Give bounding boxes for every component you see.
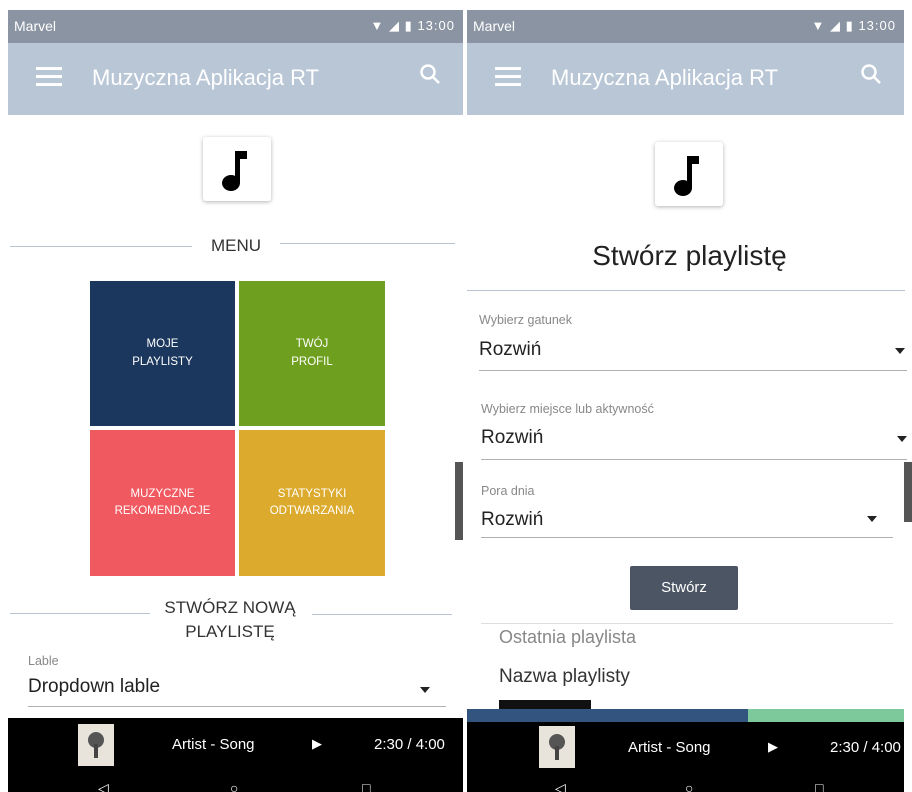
recent-playlist-name[interactable]: Nazwa playlisty xyxy=(499,666,630,688)
place-activity-label: Wybierz miejsce lub aktywność xyxy=(481,402,654,416)
place-activity-select[interactable]: Rozwiń xyxy=(481,427,543,449)
chevron-down-icon[interactable] xyxy=(895,348,905,354)
tile-label: PLAYLISTY xyxy=(132,355,193,368)
battery-icon: ▮ xyxy=(404,18,413,33)
dropdown-underline xyxy=(28,706,446,707)
recents-icon[interactable]: □ xyxy=(362,780,370,792)
tile-label: ODTWARZANIA xyxy=(269,505,355,517)
music-note-icon xyxy=(674,156,699,196)
app-toolbar: Muzyczna Aplikacja RT xyxy=(8,43,463,115)
wifi-icon: ▼ xyxy=(811,18,826,33)
status-bar: Marvel ▼ ◢ ▮ 13:00 xyxy=(467,10,904,43)
back-icon[interactable]: ◁ xyxy=(555,780,566,792)
chevron-down-icon[interactable] xyxy=(897,436,907,442)
track-title: Artist - Song xyxy=(628,739,711,756)
create-playlist-heading: STWÓRZ NOWĄ PLAYLISTĘ xyxy=(150,596,310,644)
home-icon[interactable]: ○ xyxy=(230,780,238,792)
menu-divider-left xyxy=(10,246,192,247)
track-title: Artist - Song xyxy=(172,736,255,753)
your-profile-tile[interactable]: TWÓJ PROFIL xyxy=(239,281,385,426)
recents-icon[interactable]: □ xyxy=(815,780,823,792)
scrollbar[interactable] xyxy=(904,462,912,522)
app-title: Muzyczna Aplikacja RT xyxy=(92,65,320,90)
album-art xyxy=(539,726,575,768)
signal-icon: ◢ xyxy=(389,18,401,33)
create-divider-left xyxy=(10,613,150,614)
dropdown-arrow-icon[interactable] xyxy=(420,687,430,693)
status-icons: ▼ ◢ ▮ 13:00 xyxy=(371,18,455,34)
clock: 13:00 xyxy=(858,18,896,33)
genre-select[interactable]: Rozwiń xyxy=(479,339,541,361)
dropdown-label: Lable xyxy=(28,654,59,668)
home-icon[interactable]: ○ xyxy=(685,780,693,792)
track-time: 2:30 / 4:00 xyxy=(374,736,445,753)
tile-label: PROFIL xyxy=(291,355,333,368)
search-icon[interactable] xyxy=(860,63,882,85)
time-of-day-label: Pora dnia xyxy=(481,484,535,498)
chevron-down-icon[interactable] xyxy=(867,516,877,522)
scrollbar[interactable] xyxy=(455,462,463,540)
carrier-label: Marvel xyxy=(14,18,57,34)
tile-label: MOJE xyxy=(146,338,179,351)
page-title: Stwórz playlistę xyxy=(592,240,787,271)
progress-remaining xyxy=(748,709,904,723)
genre-label: Wybierz gatunek xyxy=(479,313,572,327)
menu-heading: MENU xyxy=(210,236,262,255)
time-of-day-underline xyxy=(481,537,893,538)
genre-underline xyxy=(479,370,907,371)
create-divider-right xyxy=(312,614,452,615)
tile-label: TWÓJ xyxy=(295,338,329,351)
battery-icon: ▮ xyxy=(845,18,854,33)
app-toolbar: Muzyczna Aplikacja RT xyxy=(467,43,904,115)
time-of-day-select[interactable]: Rozwiń xyxy=(481,509,543,531)
place-activity-underline xyxy=(481,459,907,460)
my-playlists-tile[interactable]: MOJE PLAYLISTY xyxy=(90,281,235,426)
album-art-icon xyxy=(549,734,565,760)
app-logo xyxy=(655,142,723,206)
mini-player[interactable]: Artist - Song ▶ 2:30 / 4:00 xyxy=(8,718,463,772)
back-icon[interactable]: ◁ xyxy=(98,780,109,792)
home-screen: Marvel ▼ ◢ ▮ 13:00 Muzyczna Aplikacja RT… xyxy=(0,0,463,792)
track-time: 2:30 / 4:00 xyxy=(830,739,901,756)
mini-player[interactable]: Artist - Song ▶ 2:30 / 4:00 xyxy=(467,722,904,772)
hamburger-menu-icon[interactable] xyxy=(495,67,521,87)
tile-label: MUZYCZNE xyxy=(130,487,195,500)
system-nav-bar: ◁ ○ □ xyxy=(8,772,463,792)
hamburger-menu-icon[interactable] xyxy=(36,67,62,87)
create-button[interactable]: Stwórz xyxy=(630,566,738,610)
tile-label: REKOMENDACJE xyxy=(114,505,211,517)
recent-divider xyxy=(481,623,893,624)
status-bar: Marvel ▼ ◢ ▮ 13:00 xyxy=(8,10,463,43)
app-logo xyxy=(203,137,271,201)
progress-played xyxy=(467,709,748,723)
menu-divider-right xyxy=(280,243,455,244)
signal-icon: ◢ xyxy=(830,18,842,33)
tile-label: STATYSTYKI xyxy=(277,487,347,500)
create-heading-line2: PLAYLISTĘ xyxy=(185,622,275,641)
search-icon[interactable] xyxy=(419,63,441,85)
app-title: Muzyczna Aplikacja RT xyxy=(551,65,779,90)
clock: 13:00 xyxy=(417,18,455,33)
music-recommendations-tile[interactable]: MUZYCZNE REKOMENDACJE xyxy=(90,430,235,576)
play-icon[interactable]: ▶ xyxy=(768,739,778,755)
create-playlist-screen: Marvel ▼ ◢ ▮ 13:00 Muzyczna Aplikacja RT… xyxy=(467,0,912,792)
playback-statistics-tile[interactable]: STATYSTYKI ODTWARZANIA xyxy=(239,430,385,576)
play-icon[interactable]: ▶ xyxy=(312,736,322,752)
system-nav-bar: ◁ ○ □ xyxy=(467,772,904,792)
music-note-icon xyxy=(222,151,247,191)
album-art xyxy=(78,724,114,766)
carrier-label: Marvel xyxy=(473,18,516,34)
create-heading-line1: STWÓRZ NOWĄ xyxy=(164,598,296,617)
wifi-icon: ▼ xyxy=(370,18,385,33)
status-icons: ▼ ◢ ▮ 13:00 xyxy=(812,18,896,34)
title-underline xyxy=(467,290,905,291)
recent-playlist-heading: Ostatnia playlista xyxy=(499,627,637,647)
dropdown-select[interactable]: Dropdown lable xyxy=(28,676,160,698)
album-art-icon xyxy=(88,732,104,758)
